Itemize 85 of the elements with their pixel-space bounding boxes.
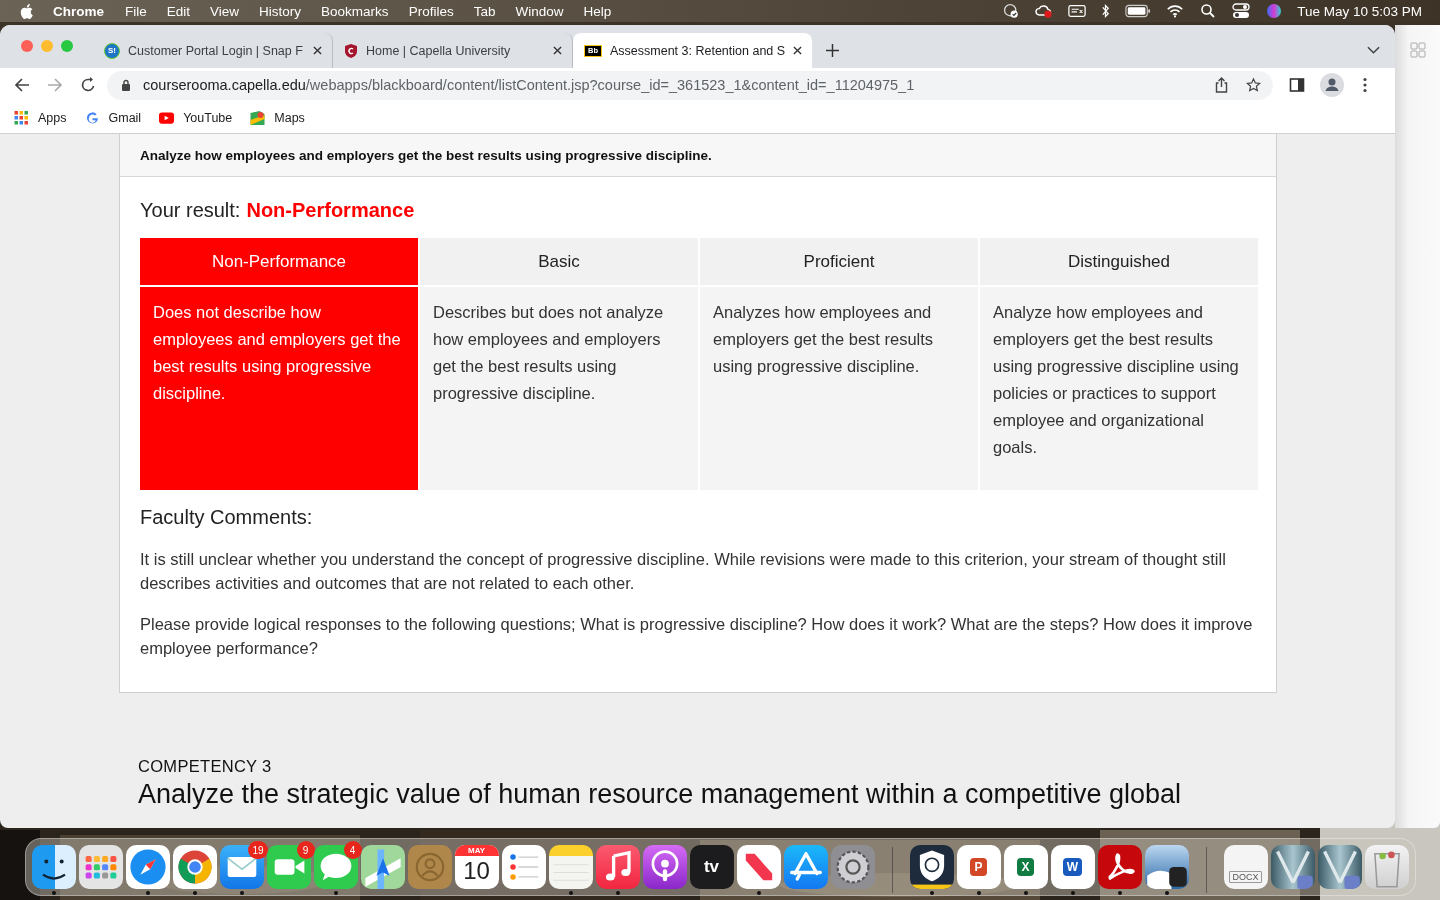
spreadsheet-app-icon[interactable]: X bbox=[1003, 845, 1048, 889]
checklist-icon[interactable] bbox=[501, 845, 546, 889]
bookmark-link[interactable]: Maps bbox=[250, 110, 305, 125]
rubric-header-cell: Basic bbox=[420, 238, 698, 285]
reload-icon[interactable] bbox=[80, 77, 96, 93]
menu-item[interactable]: File bbox=[125, 3, 147, 19]
comment-paragraph: It is still unclear whether you understand the concept of progressive discipline. While revisions were made to this criterion, your stream of thought still describes activities and outcomes that are not related to each other. bbox=[140, 549, 1227, 594]
colored-ring-icon[interactable] bbox=[172, 845, 217, 889]
apple-logo-icon[interactable] bbox=[20, 3, 33, 19]
check-circle-icon[interactable] bbox=[1002, 3, 1021, 19]
competency-label: COMPETENCY 3 bbox=[138, 757, 273, 776]
menu-item[interactable]: History bbox=[259, 3, 302, 19]
smiling-face-icon[interactable] bbox=[31, 845, 76, 889]
keyboard-icon[interactable] bbox=[1068, 3, 1087, 19]
menu-item[interactable]: Chrome bbox=[53, 3, 104, 19]
menu-item[interactable]: View bbox=[210, 3, 240, 19]
image-thumbnail-icon[interactable] bbox=[1270, 845, 1315, 889]
photo-viewer-icon[interactable] bbox=[1144, 845, 1189, 889]
menu-item[interactable]: Bookmarks bbox=[321, 3, 389, 19]
rubric-header-cell: Proficient bbox=[700, 238, 978, 285]
favicon: S! bbox=[104, 42, 120, 59]
notepad-icon[interactable] bbox=[548, 845, 593, 889]
chevron-down-icon[interactable] bbox=[1367, 46, 1380, 54]
result-label: Your result: bbox=[140, 199, 241, 222]
orb-icon[interactable] bbox=[1265, 3, 1284, 19]
close-icon[interactable] bbox=[313, 46, 322, 55]
menu-item[interactable]: Profiles bbox=[408, 3, 454, 19]
tab-title: Home | Capella University bbox=[366, 43, 512, 58]
result-value: Non-Performance bbox=[246, 199, 415, 222]
word-processor-icon[interactable]: W bbox=[1050, 845, 1095, 889]
podcast-icon[interactable] bbox=[642, 845, 687, 889]
wifi-icon[interactable] bbox=[1166, 3, 1185, 19]
criterion-text: Analyze how employees and employers get the best results using progressive discipline. bbox=[140, 147, 712, 163]
app-store-icon[interactable] bbox=[783, 845, 828, 889]
pdf-app-icon[interactable] bbox=[1097, 845, 1142, 889]
shield-icon bbox=[344, 42, 358, 59]
gear-icon[interactable] bbox=[830, 845, 875, 889]
tv-icon[interactable]: tv bbox=[689, 845, 734, 889]
new-tab-icon[interactable] bbox=[826, 44, 839, 57]
profile-avatar-icon[interactable] bbox=[1320, 73, 1344, 97]
rubric-description-cell: Does not describe how employees and employers get the best results using progressive discipline. bbox=[140, 287, 418, 490]
compass-icon[interactable] bbox=[125, 845, 170, 889]
share-icon[interactable] bbox=[1214, 77, 1229, 93]
calendar-icon[interactable]: MAY 10 bbox=[454, 845, 499, 889]
bluetooth-icon[interactable] bbox=[1101, 3, 1111, 19]
bookmark-link[interactable]: Apps bbox=[14, 110, 67, 125]
competency-title: Analyze the strategic value of human resource management within a competitive global bbox=[138, 779, 1183, 810]
star-icon[interactable] bbox=[1246, 77, 1261, 93]
news-icon[interactable] bbox=[736, 845, 781, 889]
clock[interactable]: Tue May 10 5:03 PM bbox=[1297, 3, 1422, 19]
music-note-icon[interactable] bbox=[595, 845, 640, 889]
address-field[interactable]: courserooma.capella.edu/webapps/blackboard/content/listContent.jsp?course_id=_361523_1&content_id=_11204975_1 bbox=[107, 70, 1273, 100]
rubric-description-cell: Analyze how employees and employers get the best results using progressive discipline using policies or practices to support employee and organizational goals. bbox=[980, 287, 1258, 490]
menu-item[interactable]: Tab bbox=[473, 3, 496, 19]
tab-title: Assessment 3: Retention and S bbox=[610, 43, 785, 58]
lock-icon bbox=[121, 79, 131, 91]
map-icon[interactable] bbox=[360, 845, 405, 889]
rubric-description-cell: Describes but does not analyze how employees and employers get the best results using progressive discipline. bbox=[420, 287, 698, 490]
play-button-icon bbox=[159, 110, 175, 125]
close-icon[interactable] bbox=[793, 46, 802, 55]
image-thumbnail-icon[interactable] bbox=[1317, 845, 1362, 889]
toggle-switches-icon[interactable] bbox=[1232, 3, 1251, 19]
shield-icon[interactable] bbox=[909, 845, 954, 889]
rubric-header-cell: Distinguished bbox=[980, 238, 1258, 285]
menu-item[interactable]: Help bbox=[583, 3, 612, 19]
menu-item[interactable]: Window bbox=[515, 3, 564, 19]
comments-heading: Faculty Comments: bbox=[140, 506, 314, 529]
letter-g-icon bbox=[84, 110, 100, 125]
back-icon[interactable] bbox=[14, 77, 30, 93]
document-icon[interactable]: DOCX bbox=[1223, 845, 1268, 889]
bookmark-link[interactable]: Gmail bbox=[84, 110, 142, 125]
tab-title: Customer Portal Login | Snap F bbox=[128, 43, 304, 58]
battery-icon[interactable] bbox=[1125, 3, 1152, 19]
menu-item[interactable]: Edit bbox=[166, 3, 191, 19]
map-pin-icon bbox=[250, 110, 266, 125]
close-icon[interactable] bbox=[553, 46, 562, 55]
rubric-header-cell: Non-Performance bbox=[140, 238, 418, 285]
app-grid-icon bbox=[14, 110, 29, 125]
bookmark-link[interactable]: YouTube bbox=[159, 110, 233, 125]
more-menu-icon[interactable] bbox=[1363, 77, 1367, 93]
side-panel-icon[interactable] bbox=[1289, 77, 1305, 93]
rubric-description-cell: Analyzes how employees and employers get the best results using progressive discipline. bbox=[700, 287, 978, 490]
cloud-icon[interactable] bbox=[1035, 3, 1054, 19]
comment-paragraph: Please provide logical responses to the following questions; What is progressive discipline? How does it work? What are the steps? How does it improve employee performance? bbox=[140, 614, 1254, 659]
slides-app-icon[interactable]: P bbox=[956, 845, 1001, 889]
